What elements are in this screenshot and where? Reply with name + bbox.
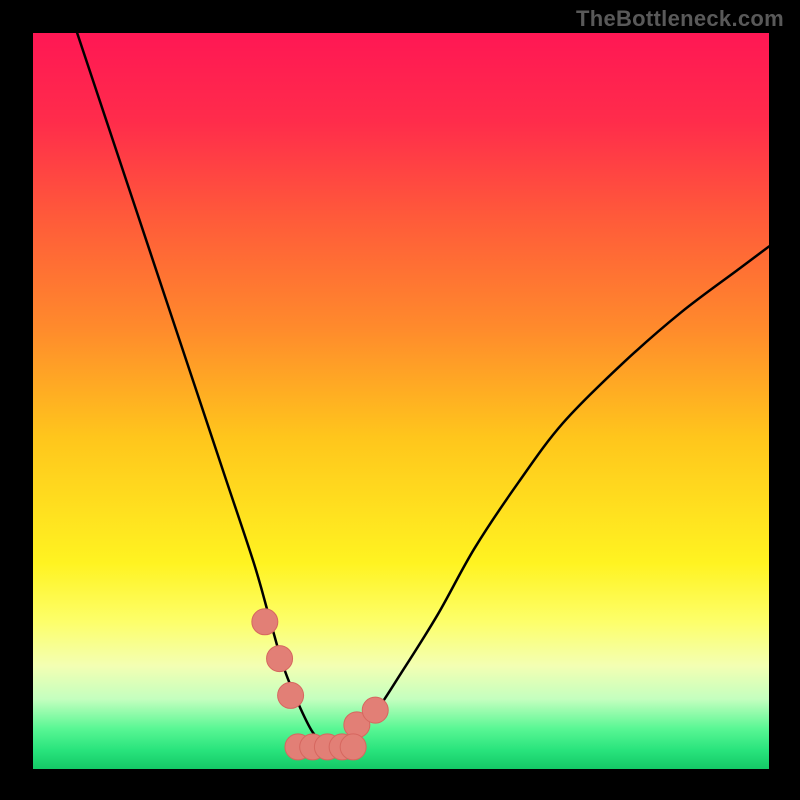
marker-floor-e (340, 734, 366, 760)
marker-right-cluster-b (362, 697, 388, 723)
curve-layer (33, 33, 769, 769)
marker-left-cluster-b (267, 646, 293, 672)
marker-left-cluster-a (252, 609, 278, 635)
chart-stage: TheBottleneck.com (0, 0, 800, 800)
bottleneck-curve (77, 33, 769, 750)
curve-markers (252, 609, 388, 760)
marker-left-cluster-c (278, 682, 304, 708)
watermark-text: TheBottleneck.com (576, 6, 784, 32)
plot-area (33, 33, 769, 769)
